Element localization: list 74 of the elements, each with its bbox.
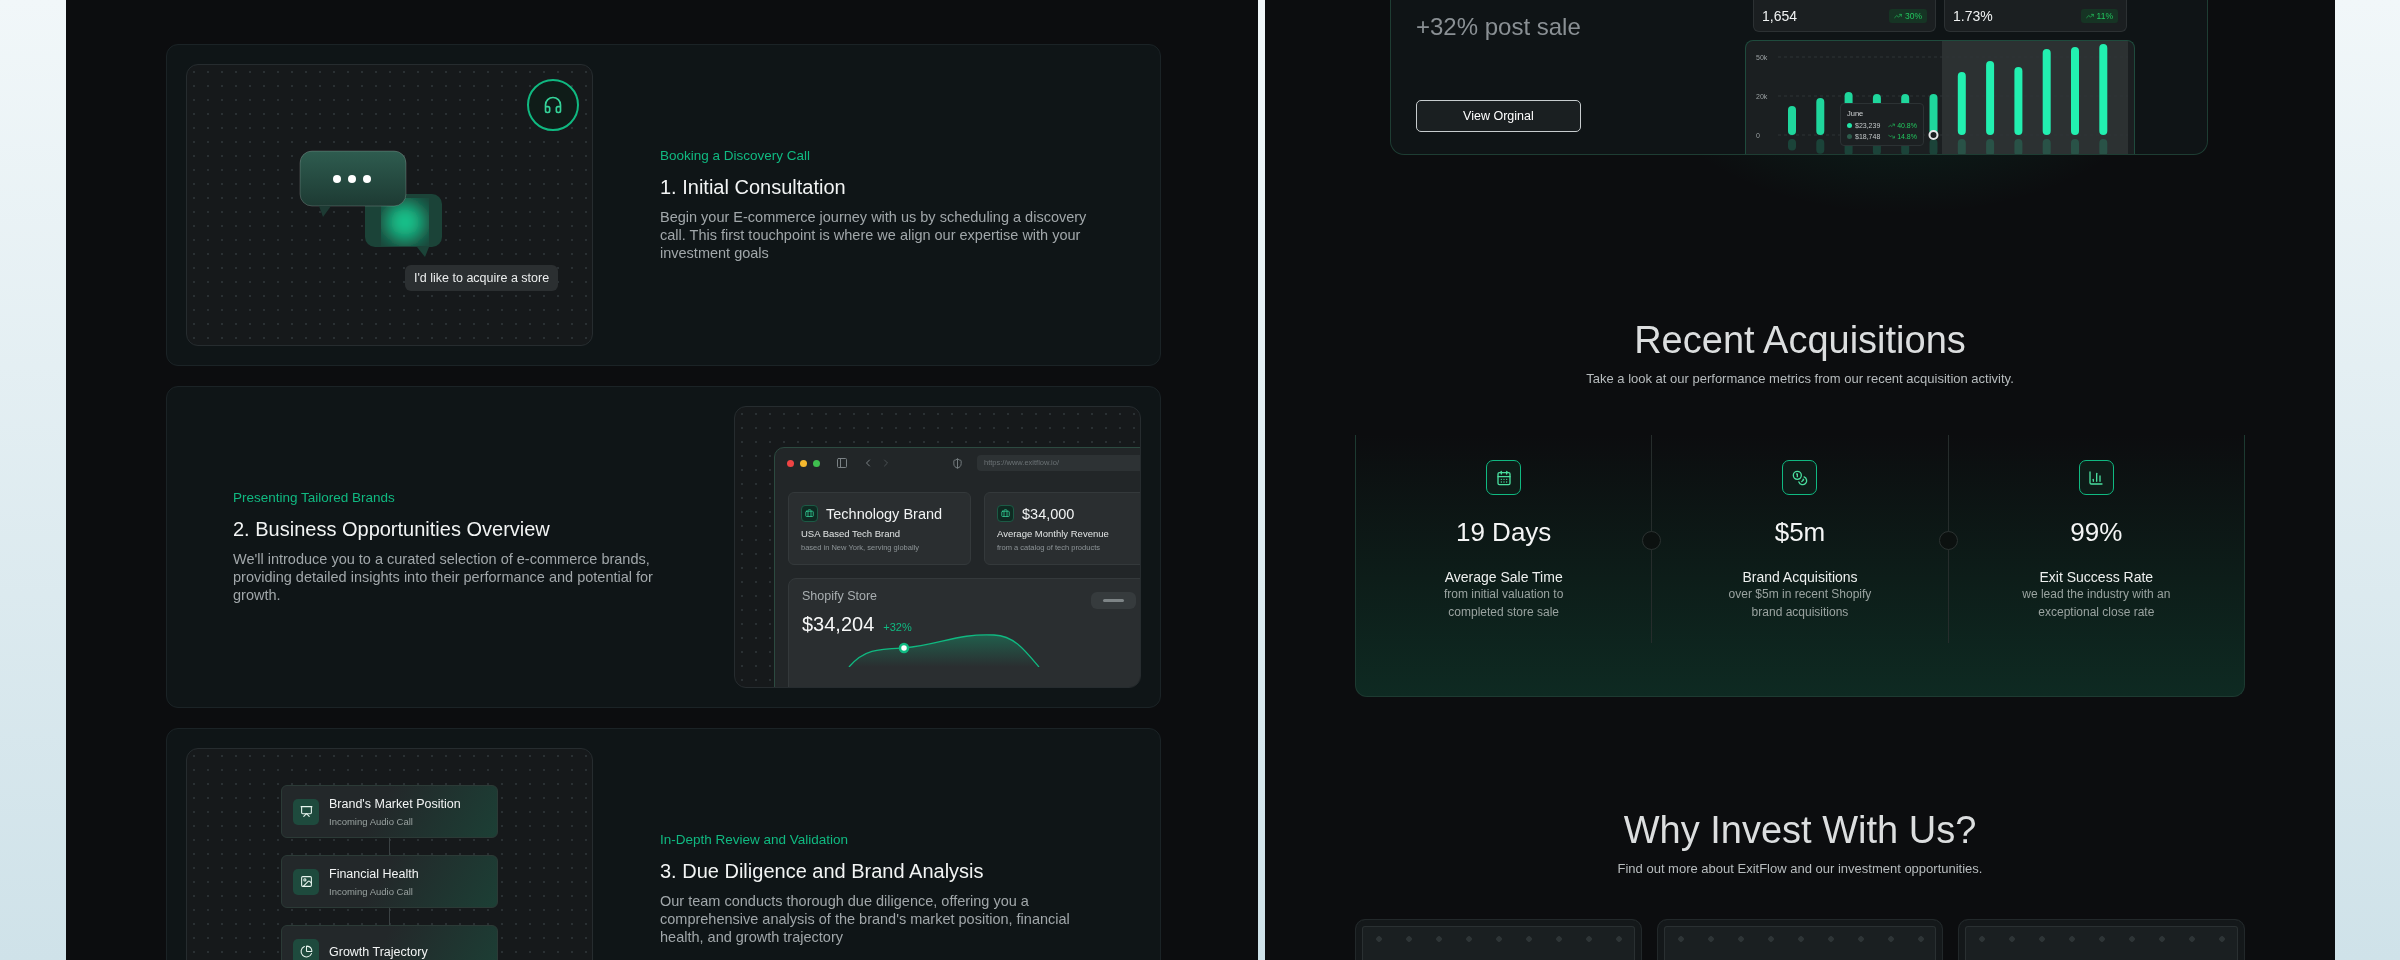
stat-icon [1782, 460, 1818, 495]
showcase-headline: +32% post sale [1416, 12, 1581, 42]
metric-value: 1.73% [1953, 7, 1993, 24]
stat-icon [1486, 460, 1522, 495]
bar-reflection [2042, 139, 2051, 154]
step-title: 3. Due Diligence and Brand Analysis [660, 859, 985, 883]
sidebar-icon[interactable] [836, 457, 848, 469]
shield-icon [952, 457, 963, 469]
chart-bar [1816, 98, 1825, 135]
briefcase-icon [997, 505, 1014, 522]
section-subtitle: Find out more about ExitFlow and our investment opportunities. [1617, 861, 1983, 877]
stat-icon [2078, 460, 2114, 495]
tile-subtitle: USA Based Tech Brand [801, 528, 902, 539]
flow-step-subtitle: Incoming Audio Call [329, 815, 414, 827]
step-eyebrow: In-Depth Review and Validation [660, 832, 850, 848]
stat-value: 19 Days [1455, 516, 1552, 548]
bar-reflection [2099, 139, 2108, 154]
stat-description: over $5m in recent Shopify brand acquisitions [1727, 586, 1873, 621]
stat-value: $5m [1774, 516, 1826, 548]
chart-bar [1788, 106, 1796, 135]
section-subtitle: Take a look at our performance metrics from our recent acquisition activity. [1586, 371, 2014, 387]
headset-icon [527, 79, 579, 131]
minimize-dot-icon [800, 459, 807, 467]
chart-bar [1957, 72, 1966, 135]
flow-step-subtitle: Incoming Audio Call [329, 885, 414, 897]
toggle-pill[interactable] [1091, 592, 1136, 609]
chat-message: I'd like to acquire a store [405, 265, 559, 291]
flow-step-icon [293, 938, 319, 960]
metric-value: 1,654 [1762, 7, 1798, 24]
bar-reflection [1788, 139, 1796, 151]
tile-title: Technology Brand [826, 505, 943, 522]
tile-subtitle: Average Monthly Revenue [997, 528, 1110, 539]
trend-up-icon [2085, 11, 2094, 20]
flow-step-icon [293, 798, 319, 825]
chart-bar [2014, 67, 2023, 135]
stat-label: Average Sale Time [1444, 569, 1563, 585]
bar-reflection [2014, 139, 2023, 154]
step-title: 2. Business Opportunities Overview [233, 517, 551, 541]
flow-step-title: Brand's Market Position [329, 796, 461, 811]
store-change: +32% [883, 621, 912, 633]
stat-description: we lead the industry with an exceptional close rate [2021, 586, 2172, 621]
step-description: Begin your E-commerce journey with us by scheduling a discovery call. This first touchpoint is where we align our expertise with your investment goals [660, 208, 1088, 262]
change-badge: 11% [2080, 8, 2118, 23]
flow-step-title: Financial Health [329, 866, 419, 881]
step-title: 1. Initial Consultation [660, 175, 847, 199]
flow-step-icon [293, 868, 319, 895]
briefcase-icon [801, 505, 818, 522]
bar-reflection [1986, 139, 1995, 154]
trend-down-icon [1888, 133, 1896, 140]
tile-title: $34,000 [1022, 505, 1075, 522]
zoom-dot-icon [813, 459, 820, 467]
section-title: Why Invest With Us? [1623, 808, 1977, 853]
trend-up-icon [1894, 11, 1902, 20]
stat-value: 99% [2070, 516, 2123, 548]
step-description: We'll introduce you to a curated selection of e-commerce brands, providing detailed insights into their performance and potential for growth. [233, 550, 654, 604]
store-value: $34,204 [802, 613, 875, 636]
flow-step-title: Growth Trajectory [329, 944, 428, 959]
data-point-marker [1928, 130, 1939, 140]
change-badge: 30% [1889, 8, 1927, 23]
step-description: Our team conducts thorough due diligence, offering you a comprehensive analysis of the brand's market position, financial health, and growth trajectory [660, 892, 1071, 946]
stat-description: from initial valuation to completed store sale [1442, 586, 1565, 621]
step-eyebrow: Presenting Tailored Brands [233, 490, 396, 506]
section-title: Recent Acquisitions [1634, 318, 1966, 363]
bar-reflection [1957, 139, 1966, 154]
bar-reflection [2071, 139, 2079, 154]
bar-reflection [1929, 139, 1938, 154]
stat-label: Exit Success Rate [2039, 569, 2154, 585]
step-eyebrow: Booking a Discovery Call [660, 148, 812, 164]
stat-label: Brand Acquisitions [1742, 569, 1858, 585]
store-label: Shopify Store [802, 589, 878, 603]
bar-reflection [1816, 139, 1825, 154]
close-dot-icon [787, 459, 794, 467]
trend-up-icon [1888, 122, 1896, 129]
view-original-button[interactable]: View Orginal [1416, 100, 1581, 132]
